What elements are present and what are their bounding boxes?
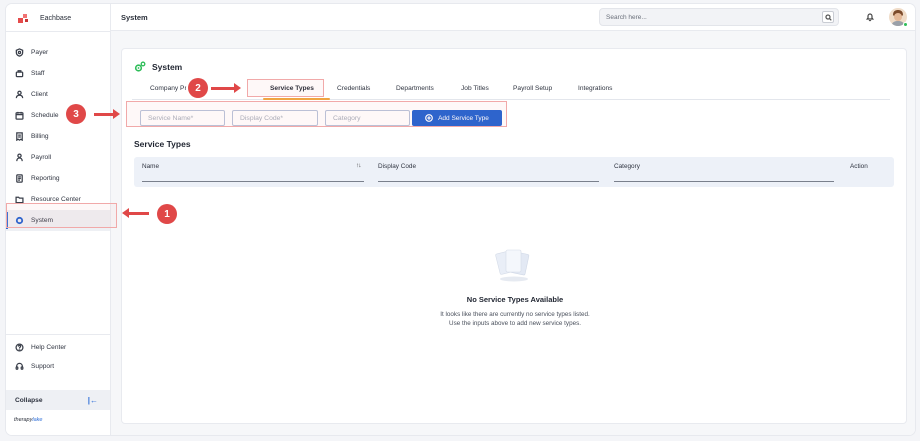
empty-state-title: No Service Types Available <box>466 295 564 304</box>
active-tab-indicator <box>263 98 330 100</box>
sidebar-bottom-nav: Help Center Support <box>6 338 110 376</box>
page-title: System <box>134 61 182 73</box>
sidebar-divider <box>6 334 110 335</box>
sidebar-item-label: Billing <box>31 133 49 140</box>
tab-job-titles[interactable]: Job Titles <box>461 85 489 92</box>
sidebar-item-label: Resource Center <box>31 196 81 203</box>
annotation-arrow-1 <box>122 208 149 218</box>
annotation-badge-2: 2 <box>188 78 208 98</box>
empty-state-message: It looks like there are currently no ser… <box>122 310 908 328</box>
tab-payroll-setup[interactable]: Payroll Setup <box>513 85 552 92</box>
collapse-icon: |← <box>87 395 98 405</box>
empty-documents-icon <box>495 249 530 282</box>
online-status-indicator <box>903 22 908 27</box>
sidebar-item-label: Reporting <box>31 175 60 182</box>
brand-name: Eachbase <box>40 14 72 22</box>
search-icon <box>824 13 832 21</box>
empty-state-line-2: Use the inputs above to add new service … <box>449 320 581 327</box>
section-title: Service Types <box>134 139 191 149</box>
column-header-name[interactable]: Name <box>142 163 159 170</box>
bell-icon <box>865 13 875 22</box>
sort-icon[interactable]: ↑↓ <box>356 162 361 169</box>
sidebar-item-label: Staff <box>31 70 45 77</box>
headset-icon <box>15 362 24 370</box>
client-icon <box>15 90 24 99</box>
annotation-arrow-3 <box>94 109 120 119</box>
tab-company-profile[interactable]: Company Pr <box>150 85 187 92</box>
billing-icon <box>16 132 23 141</box>
search-bar <box>599 8 839 26</box>
sidebar-item-payer[interactable]: Payer <box>6 42 110 63</box>
sidebar-item-payroll[interactable]: Payroll <box>6 147 110 168</box>
sidebar-item-label: Payroll <box>31 154 52 161</box>
sidebar-item-billing[interactable]: Billing <box>6 126 110 147</box>
page-title-text: System <box>152 62 183 72</box>
sidebar-item-client[interactable]: Client <box>6 84 110 105</box>
brand[interactable]: Eachbase <box>18 11 71 25</box>
column-divider <box>142 181 364 182</box>
sidebar-divider <box>6 31 110 32</box>
column-divider <box>378 181 599 182</box>
collapse-label: Collapse <box>15 396 43 404</box>
help-icon <box>15 343 24 352</box>
annotation-badge-1: 1 <box>157 204 177 224</box>
column-divider <box>614 181 834 182</box>
tab-integrations[interactable]: Integrations <box>578 85 612 92</box>
sidebar-item-staff[interactable]: Staff <box>6 63 110 84</box>
payroll-icon <box>16 153 23 162</box>
app-window: Eachbase Payer Staff Client Schedule Bil… <box>6 4 915 435</box>
column-header-category: Category <box>614 163 640 170</box>
column-header-action: Action <box>850 163 868 170</box>
empty-state-line-1: It looks like there are currently no ser… <box>440 311 590 318</box>
column-header-display-code: Display Code <box>378 163 417 170</box>
tab-credentials[interactable]: Credentials <box>337 85 370 92</box>
eachbase-logo-icon <box>18 13 28 23</box>
annotation-highlight-form <box>126 101 507 127</box>
therapylake-logo: therapylake <box>14 417 42 423</box>
calendar-icon <box>15 111 24 120</box>
sidebar-item-label: Payer <box>31 49 49 56</box>
report-icon <box>16 174 23 183</box>
staff-icon <box>15 70 24 78</box>
sidebar-item-label: Client <box>31 91 48 98</box>
footer-brand-suffix: lake <box>32 417 43 423</box>
sidebar-item-label: Schedule <box>31 112 59 119</box>
sidebar-item-label: Support <box>31 363 55 370</box>
shield-icon <box>15 48 24 57</box>
sidebar-item-label: Help Center <box>31 344 67 351</box>
annotation-highlight-system <box>6 203 117 228</box>
table-header: Name ↑↓ Display Code Category Action <box>134 157 894 187</box>
sidebar-item-reporting[interactable]: Reporting <box>6 168 110 189</box>
footer-brand-prefix: therapy <box>14 417 33 423</box>
tabs-bar: Company Pr Service Types Credentials Dep… <box>132 80 890 100</box>
tab-departments[interactable]: Departments <box>396 85 434 92</box>
sidebar-item-support[interactable]: Support <box>6 357 110 376</box>
search-input[interactable] <box>606 13 811 21</box>
annotation-badge-3: 3 <box>66 104 86 124</box>
annotation-highlight-service-types-tab <box>247 79 324 97</box>
notification-bell[interactable] <box>865 12 875 22</box>
search-button[interactable] <box>822 11 834 23</box>
annotation-arrow-2 <box>211 83 241 93</box>
collapse-button[interactable]: Collapse |← <box>6 390 110 410</box>
gears-icon <box>134 61 146 72</box>
sidebar-item-help-center[interactable]: Help Center <box>6 338 110 357</box>
top-header: System <box>111 4 915 31</box>
header-title: System <box>121 13 148 22</box>
